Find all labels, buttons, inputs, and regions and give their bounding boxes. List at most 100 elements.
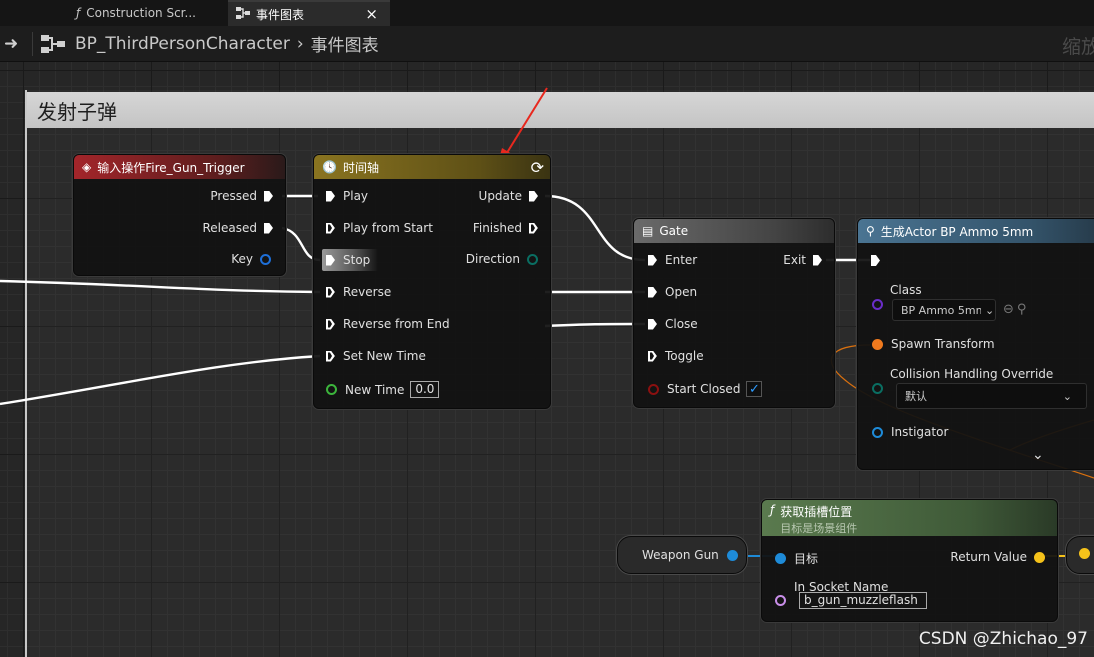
node-header: 🕓 时间轴 ⟳ (314, 155, 550, 179)
gate-node[interactable]: ▤ Gate Enter Open Close Toggle Start Clo… (633, 218, 835, 408)
pin-instigator[interactable]: Instigator (872, 425, 948, 439)
pin-reverse-from-end[interactable]: Reverse from End (326, 317, 450, 331)
struct-pin-icon[interactable] (872, 338, 883, 350)
pin-weapon-gun[interactable]: Weapon Gun (642, 548, 738, 562)
exec-pin-icon[interactable] (326, 254, 335, 266)
pin-released[interactable]: Released (202, 221, 273, 235)
breadcrumb: ➜ BP_ThirdPersonCharacter › 事件图表 缩放 (0, 26, 1094, 62)
pin-label: Exit (783, 253, 806, 267)
get-socket-location-node[interactable]: ƒ 获取插槽位置 目标是场景组件 目标 Return Value In Sock… (761, 499, 1058, 622)
browse-back-icon[interactable]: ⊖ (1003, 302, 1014, 317)
function-icon: ƒ (770, 503, 775, 517)
spawn-actor-icon: ⚲ (866, 224, 875, 238)
exec-pin-icon[interactable] (871, 255, 880, 266)
name-pin-icon[interactable] (775, 595, 786, 606)
spawn-actor-node[interactable]: ⚲ 生成Actor BP Ammo 5mm Class BP Ammo 5mm ⌄… (857, 218, 1094, 470)
timeline-node[interactable]: 🕓 时间轴 ⟳ Play Play from Start Stop Revers… (313, 154, 551, 409)
chevron-right-icon: › (296, 33, 304, 54)
tab-construction-script[interactable]: ƒ Construction Scr... (60, 0, 228, 26)
exec-pin-icon[interactable] (264, 190, 273, 202)
object-pin-icon[interactable] (775, 553, 786, 564)
node-header: ƒ 获取插槽位置 目标是场景组件 (762, 500, 1057, 536)
divider (32, 31, 33, 56)
exec-pin-icon[interactable] (529, 190, 538, 202)
exec-pin-icon[interactable] (326, 351, 335, 362)
breadcrumb-blueprint[interactable]: BP_ThirdPersonCharacter (75, 34, 290, 54)
comment-header[interactable]: 发射子弹 (27, 92, 1094, 128)
pin-stop[interactable]: Stop (326, 253, 370, 267)
object-pin-icon[interactable] (726, 549, 738, 561)
pin-exec-in[interactable] (871, 255, 880, 266)
pin-offscreen[interactable] (1079, 548, 1090, 559)
class-dropdown[interactable]: BP Ammo 5mm ⌄ (892, 299, 996, 321)
pin-play-from-start[interactable]: Play from Start (326, 221, 433, 235)
arrow-right-icon[interactable]: ➜ (4, 34, 26, 54)
start-closed-checkbox[interactable]: ✓ (746, 381, 763, 397)
exec-pin-icon[interactable] (529, 223, 538, 234)
breadcrumb-graph[interactable]: 事件图表 (311, 31, 379, 56)
pin-return-value[interactable]: Return Value (950, 550, 1045, 564)
exec-pin-icon[interactable] (264, 222, 273, 234)
collision-dropdown[interactable]: 默认 ⌄ (896, 383, 1087, 409)
pin-key[interactable]: Key (231, 252, 271, 266)
pin-label: Released (202, 221, 257, 235)
node-title: 生成Actor BP Ammo 5mm (880, 224, 1034, 239)
offscreen-node[interactable] (1066, 536, 1094, 574)
enum-pin-icon[interactable] (872, 383, 883, 394)
expand-chevron-icon[interactable]: ⌄ (1032, 447, 1044, 463)
class-pin-icon[interactable] (872, 299, 883, 310)
exec-pin-icon[interactable] (326, 287, 335, 298)
tab-event-graph[interactable]: 事件图表 × (228, 0, 390, 26)
pin-label: Stop (343, 253, 371, 267)
exec-pin-icon[interactable] (326, 319, 335, 330)
chevron-down-icon: ⌄ (985, 303, 995, 317)
exec-pin-icon[interactable] (648, 351, 657, 362)
search-icon[interactable]: ⚲ (1017, 302, 1027, 317)
socket-name-input[interactable]: b_gun_muzzleflash (799, 592, 927, 609)
weapon-gun-variable[interactable]: Weapon Gun (617, 536, 747, 574)
pin-start-closed[interactable]: Start Closed ✓ (648, 381, 763, 397)
pin-label: Direction (465, 252, 520, 266)
node-header: ⚲ 生成Actor BP Ammo 5mm (858, 219, 1094, 243)
pin-toggle[interactable]: Toggle (648, 349, 704, 363)
exec-pin-icon[interactable] (648, 318, 657, 330)
pin-label: Reverse from End (343, 317, 450, 331)
pin-set-new-time[interactable]: Set New Time (326, 349, 426, 363)
pin-direction[interactable]: Direction (466, 252, 538, 266)
exec-pin-icon[interactable] (326, 223, 335, 234)
pin-class[interactable] (872, 299, 883, 310)
dropdown-value: 默认 (905, 390, 927, 403)
pin-label: Instigator (891, 425, 949, 439)
object-pin-icon[interactable] (872, 426, 883, 438)
struct-pin-icon[interactable] (260, 253, 271, 265)
close-icon[interactable]: × (365, 5, 378, 23)
vector-pin-icon[interactable] (1079, 548, 1090, 559)
pin-target[interactable]: 目标 (775, 550, 818, 567)
node-title: 输入操作Fire_Gun_Trigger (97, 160, 245, 175)
pin-enter[interactable]: Enter (648, 253, 697, 267)
exec-pin-icon[interactable] (326, 190, 335, 202)
new-time-input[interactable]: 0.0 (410, 381, 440, 398)
pin-collision[interactable] (872, 383, 883, 394)
pin-play[interactable]: Play (326, 189, 368, 203)
pin-open[interactable]: Open (648, 285, 697, 299)
pin-finished[interactable]: Finished (473, 221, 538, 235)
input-action-node[interactable]: ◈ 输入操作Fire_Gun_Trigger Pressed Released … (73, 154, 286, 276)
pin-close[interactable]: Close (648, 317, 698, 331)
pin-pressed[interactable]: Pressed (210, 189, 273, 203)
pin-new-time[interactable]: New Time 0.0 (326, 381, 440, 398)
pin-exit[interactable]: Exit (783, 253, 822, 267)
pin-update[interactable]: Update (479, 189, 538, 203)
vector-pin-icon[interactable] (1034, 551, 1045, 563)
function-icon: ƒ (76, 6, 81, 20)
watermark: CSDN @Zhichao_97 (918, 629, 1088, 649)
pin-in-socket-name[interactable]: b_gun_muzzleflash (775, 592, 927, 609)
float-pin-icon[interactable] (326, 384, 337, 395)
pin-reverse[interactable]: Reverse (326, 285, 391, 299)
bool-pin-icon[interactable] (648, 383, 659, 395)
exec-pin-icon[interactable] (648, 286, 657, 298)
exec-pin-icon[interactable] (648, 254, 657, 266)
exec-pin-icon[interactable] (813, 254, 822, 266)
pin-spawn-transform[interactable]: Spawn Transform (872, 337, 995, 351)
enum-pin-icon[interactable] (527, 253, 538, 265)
